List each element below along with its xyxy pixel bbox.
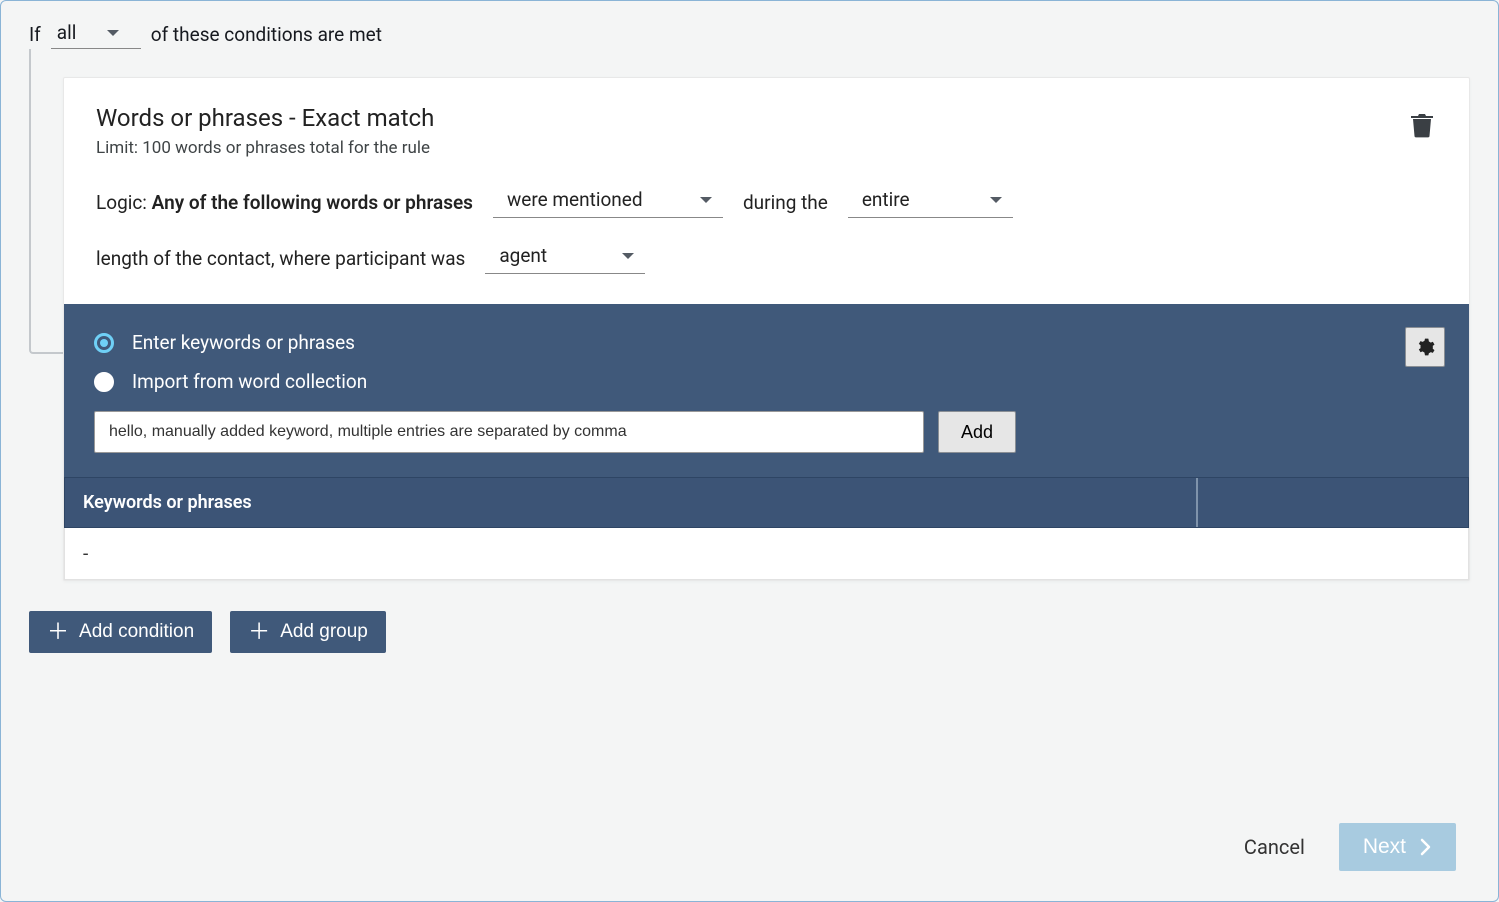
radio-import-label: Import from word collection [132,370,367,393]
window-value: entire [862,188,910,211]
during-text: during the [743,191,828,214]
line2-prefix: length of the contact, where participant… [96,247,465,270]
quantifier-value: all [57,21,77,44]
if-text: If [29,23,41,46]
logic-strong: Any of the following words or phrases [152,191,473,214]
plus-icon: ＋ [248,621,270,643]
caret-down-icon [106,28,120,38]
condition-card: Words or phrases - Exact match Limit: 10… [63,77,1470,581]
card-subtitle: Limit: 100 words or phrases total for th… [96,138,434,158]
radio-import-collection[interactable]: Import from word collection [94,370,1439,393]
radio-icon [94,372,114,392]
card-title: Words or phrases - Exact match [96,104,434,132]
trash-icon [1411,112,1433,138]
add-label: Add [961,422,993,443]
cancel-button[interactable]: Cancel [1244,835,1305,859]
logic-section: Logic: Any of the following words or phr… [64,158,1469,304]
sentence-rest: of these conditions are met [151,23,382,46]
caret-down-icon [989,195,1003,205]
radio-enter-keywords[interactable]: Enter keywords or phrases [94,331,1439,354]
next-label: Next [1363,835,1406,859]
quantifier-select[interactable]: all [51,19,141,49]
window-select[interactable]: entire [848,186,1013,218]
condition-actions: ＋ Add condition ＋ Add group [29,611,1470,653]
row-value: - [83,542,88,565]
participant-select[interactable]: agent [485,242,645,274]
keywords-input[interactable] [94,411,924,453]
actions-col-header [1198,478,1468,527]
tree-connector [29,49,63,354]
keywords-col-header: Keywords or phrases [65,478,1198,527]
condition-sentence: If all of these conditions are met [29,19,1470,49]
add-keyword-button[interactable]: Add [938,411,1016,453]
chevron-right-icon [1420,838,1432,856]
plus-icon: ＋ [47,621,69,643]
mention-value: were mentioned [507,188,643,211]
keywords-panel: Enter keywords or phrases Import from wo… [64,304,1469,477]
settings-button[interactable] [1405,327,1445,367]
radio-icon [94,333,114,353]
rule-conditions-panel: If all of these conditions are met Words… [0,0,1499,902]
next-button[interactable]: Next [1339,823,1456,871]
caret-down-icon [699,195,713,205]
radio-enter-label: Enter keywords or phrases [132,331,355,354]
mention-select[interactable]: were mentioned [493,186,723,218]
caret-down-icon [621,251,635,261]
add-group-label: Add group [280,621,368,643]
participant-value: agent [499,244,547,267]
footer-actions: Cancel Next [1244,823,1456,871]
gear-icon [1415,337,1435,357]
add-condition-label: Add condition [79,621,194,643]
add-condition-button[interactable]: ＋ Add condition [29,611,212,653]
condition-tree: Words or phrases - Exact match Limit: 10… [29,77,1470,581]
add-group-button[interactable]: ＋ Add group [230,611,386,653]
keywords-table-header: Keywords or phrases [64,477,1469,528]
delete-condition-button[interactable] [1407,108,1437,142]
table-row: - [64,528,1469,580]
logic-prefix: Logic: [96,191,147,214]
